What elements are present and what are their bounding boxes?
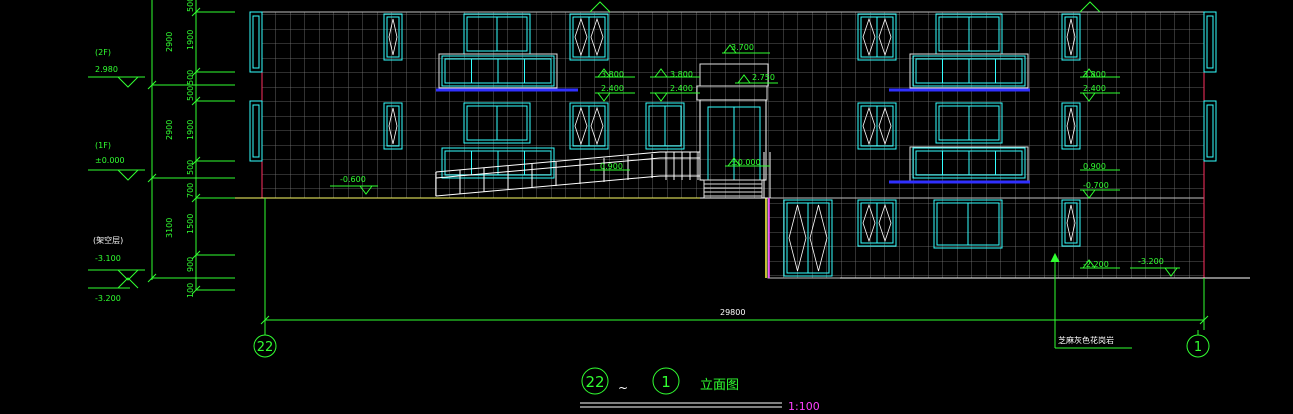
- elevation-drawing: (2F) 2.980 (1F) ±0.000 (架空层) -3.100 -3.2…: [88, 0, 1250, 413]
- dim-3100: 3100: [165, 218, 174, 238]
- dim-700: 700: [186, 183, 195, 198]
- level-basement-elev: -3.100: [95, 254, 121, 263]
- elev-minus-0700: -0.700: [1083, 181, 1109, 190]
- elev-3700: 3.700: [731, 43, 754, 52]
- elev-2400-mid: 2.400: [670, 84, 693, 93]
- axis-labels: 22 1 芝麻灰色花岗岩: [257, 335, 1202, 355]
- dim-900: 900: [186, 257, 195, 272]
- dim-100: 100: [186, 283, 195, 298]
- elev-3800-left: 3.800: [601, 70, 624, 79]
- title-name: 立面图: [700, 378, 739, 393]
- level-2f-label: (2F): [95, 48, 111, 57]
- level-bottom-elev: -3.200: [95, 294, 121, 303]
- level-2f-elev: 2.980: [95, 65, 118, 74]
- title-scale: 1:100: [788, 400, 820, 413]
- dim-1900-lower: 1900: [186, 120, 195, 140]
- dim-2900-lower: 2900: [165, 120, 174, 140]
- elev-2400-right: 2.400: [1083, 84, 1106, 93]
- level-1f-label: (1F): [95, 141, 111, 150]
- elev-3800-right: 3.800: [1083, 70, 1106, 79]
- axis-22-label: 22: [257, 340, 274, 355]
- dim-500-a: 500: [186, 70, 195, 85]
- title-axis-from: 22: [585, 373, 604, 391]
- dim-500-c: 500: [186, 160, 195, 175]
- elev-0900-right: 0.900: [1083, 162, 1106, 171]
- elev-3800-mid: 3.800: [670, 70, 693, 79]
- dim-500-b: 500: [186, 86, 195, 101]
- dim-500-top: 500: [186, 0, 195, 12]
- elev-minus-2200: -2.200: [1083, 260, 1109, 269]
- dim-2900-upper: 2900: [165, 32, 174, 52]
- elev-2400-left: 2.400: [601, 84, 624, 93]
- dim-1900-upper: 1900: [186, 30, 195, 50]
- dim-1500: 1500: [186, 214, 195, 234]
- elev-2750: 2.750: [752, 73, 775, 82]
- title-tilde: ~: [618, 381, 628, 395]
- level-1f-elev: ±0.000: [95, 156, 125, 165]
- dim-total-width: 29800: [720, 308, 745, 317]
- elev-minus-3200-right: -3.200: [1138, 257, 1164, 266]
- axis-1-label: 1: [1194, 340, 1202, 355]
- material-note: 芝麻灰色花岗岩: [1058, 335, 1114, 345]
- elev-minus-0600: -0.600: [340, 175, 366, 184]
- elev-0000-door: ±0.000: [731, 158, 761, 167]
- title-axis-to: 1: [661, 373, 671, 391]
- elev-0900-ramp: 0.900: [600, 162, 623, 171]
- level-labels: (2F) 2.980 (1F) ±0.000 (架空层) -3.100 -3.2…: [93, 48, 125, 303]
- level-basement-label: (架空层): [93, 235, 123, 245]
